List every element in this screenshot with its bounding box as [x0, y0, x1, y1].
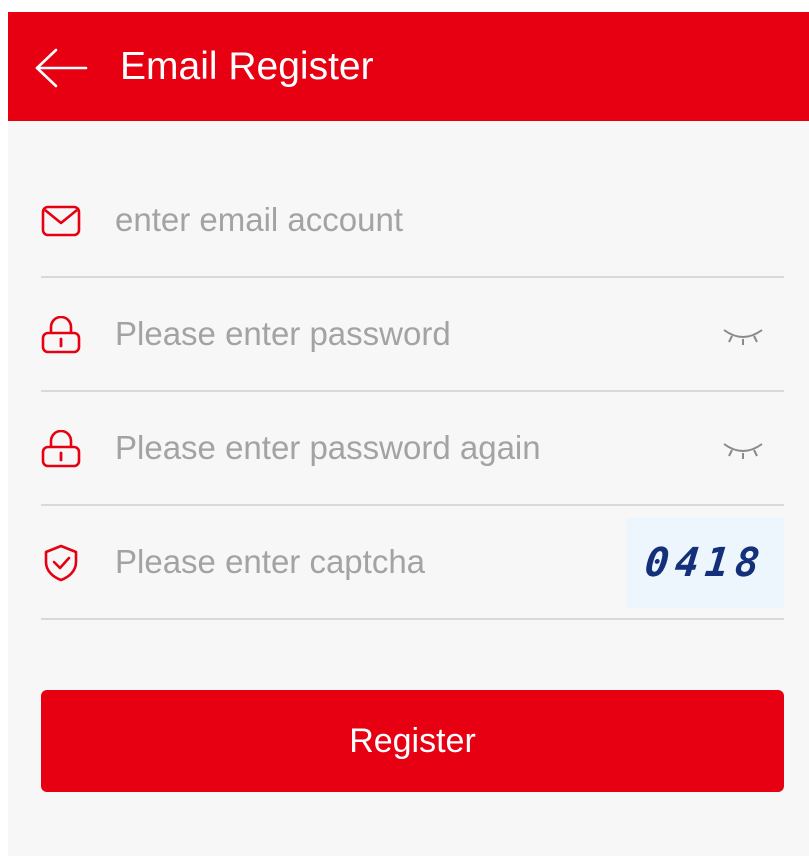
envelope-icon — [41, 205, 81, 237]
lock-icon-wrap — [41, 278, 81, 392]
password-field[interactable] — [115, 278, 635, 390]
captcha-field[interactable] — [115, 506, 635, 618]
lock-icon-wrap-2 — [41, 392, 81, 506]
page-title: Email Register — [120, 45, 374, 88]
lock-icon — [41, 430, 81, 468]
email-register-screen: Email Register enter email account Pleas… — [8, 12, 809, 856]
captcha-row: 0418 — [41, 506, 784, 620]
shield-check-icon — [44, 544, 78, 582]
lock-icon — [41, 316, 81, 354]
email-field[interactable] — [115, 164, 635, 276]
eye-closed-icon — [723, 329, 763, 345]
password-row — [41, 278, 784, 392]
envelope-icon-wrap — [41, 164, 81, 278]
register-form: 0418 — [41, 164, 784, 620]
password-again-row — [41, 392, 784, 506]
captcha-code: 0418 — [642, 540, 768, 586]
back-button[interactable] — [34, 48, 88, 88]
captcha-image[interactable]: 0418 — [626, 518, 784, 608]
app-bar: Email Register — [8, 12, 809, 121]
password-again-field[interactable] — [115, 392, 635, 504]
password-visibility-toggle[interactable] — [720, 314, 766, 354]
eye-closed-icon — [723, 443, 763, 459]
password-again-visibility-toggle[interactable] — [720, 428, 766, 468]
register-button[interactable]: Register — [41, 690, 784, 792]
arrow-left-icon — [35, 48, 88, 88]
email-row — [41, 164, 784, 278]
shield-icon-wrap — [41, 506, 81, 620]
